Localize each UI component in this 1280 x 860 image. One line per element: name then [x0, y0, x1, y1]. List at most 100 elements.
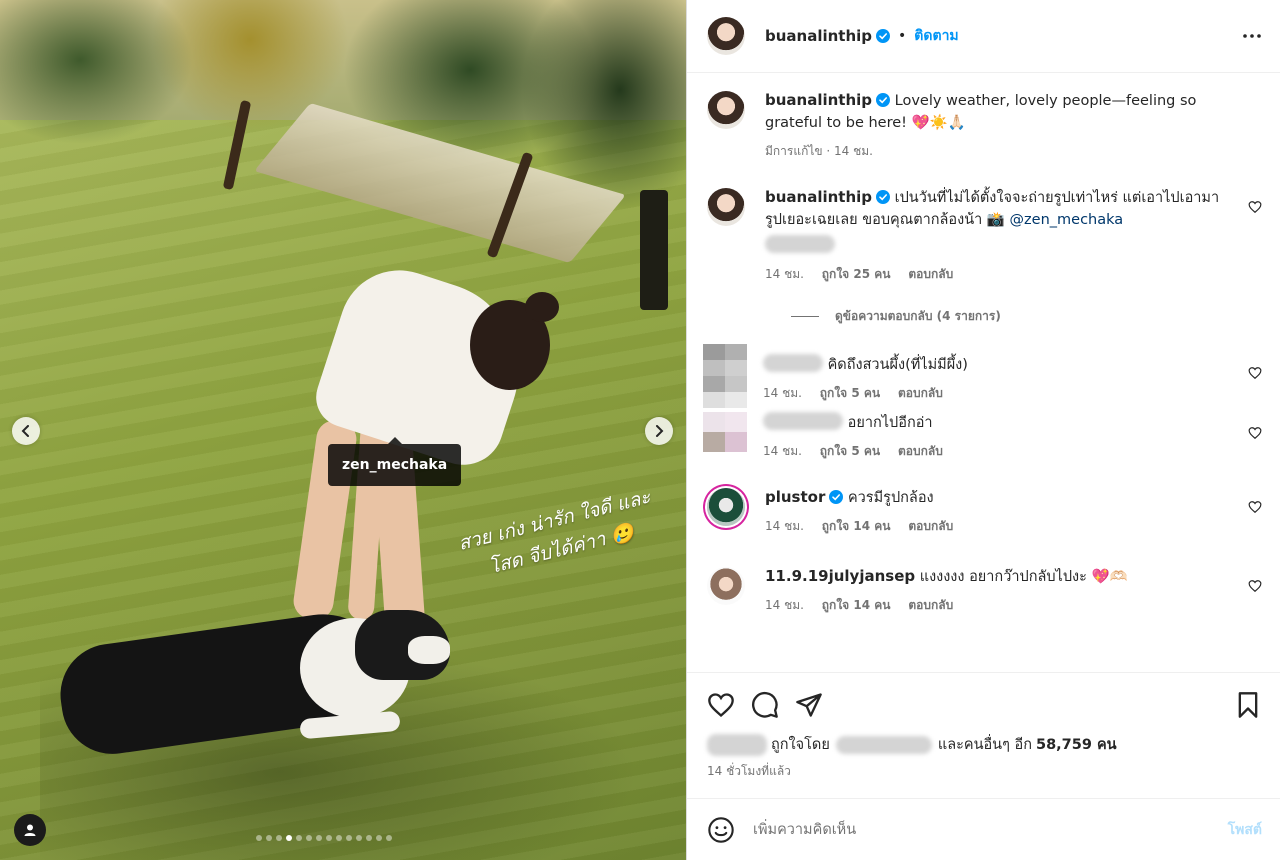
comment-likes[interactable]: ถูกใจ 14 คน: [822, 519, 891, 533]
chevron-right-icon: [656, 425, 664, 437]
carousel-dot: [306, 835, 312, 841]
comment-username[interactable]: buanalinthip: [765, 188, 872, 206]
comment-composer: เพิ่มความคิดเห็น โพสต์: [687, 798, 1280, 860]
liked-by-suffix: และคนอื่นๆ อีก: [937, 737, 1032, 753]
comment-likes[interactable]: ถูกใจ 5 คน: [820, 386, 880, 400]
liked-by-line: ถูกใจโดย และคนอื่นๆ อีก 58,759 คน: [707, 733, 1262, 756]
tagged-users-button[interactable]: [14, 814, 46, 846]
comment-likes[interactable]: ถูกใจ 14 คน: [822, 598, 891, 612]
view-replies-button[interactable]: ดูข้อความตอบกลับ (4 รายการ): [791, 307, 1262, 326]
person-icon: [24, 824, 36, 836]
photo-tree-trunk: [640, 190, 668, 310]
comment-username[interactable]: plustor: [765, 488, 825, 506]
carousel-dot: [386, 835, 392, 841]
reply-button[interactable]: ตอบกลับ: [908, 598, 953, 612]
carousel-prev-button[interactable]: [12, 417, 40, 445]
photo-dog-snout: [408, 636, 450, 664]
like-comment-icon[interactable]: [1248, 426, 1262, 440]
comment-item: คิดถึงสวนผึ้ง(ที่ไม่มีผึ้ง) 14 ชม. ถูกใจ…: [703, 344, 1262, 408]
comment-avatar-pixelated[interactable]: [703, 412, 747, 452]
post-time-ago: 14 ชั่วโมงที่แล้ว: [707, 764, 791, 778]
comment-meta: 14 ชม. ถูกใจ 25 คน ตอบกลับ: [765, 263, 1232, 285]
comment-avatar[interactable]: [707, 567, 745, 605]
comment-item: buanalinthip เปนวันที่ไม่ได้ตั้งใจจะถ่าย…: [707, 186, 1262, 285]
author-avatar[interactable]: [707, 91, 745, 129]
comment-item: 11.9.19julyjansep แงงงงง อยากว๊าปกลับไปง…: [707, 565, 1262, 616]
caption-meta: มีการแก้ไข · 14 ชม.: [765, 144, 873, 158]
post-comment-button[interactable]: โพสต์: [1228, 819, 1262, 841]
emoji-icon[interactable]: [707, 816, 735, 844]
carousel-next-button[interactable]: [645, 417, 673, 445]
verified-badge-icon: [876, 29, 891, 43]
comment-meta: 14 ชม. ถูกใจ 5 คน ตอบกลับ: [763, 382, 1232, 404]
verified-badge-icon: [876, 190, 891, 204]
carousel-dot: [266, 835, 272, 841]
like-heart-icon[interactable]: [707, 691, 735, 719]
comment-item: plustor ควรมีรูปกล้อง 14 ชม. ถูกใจ 14 คน…: [707, 486, 1262, 537]
carousel-dot: [346, 835, 352, 841]
redacted-username: [835, 735, 932, 754]
comment-avatar-pixelated[interactable]: [703, 344, 747, 408]
comment-input[interactable]: เพิ่มความคิดเห็น: [753, 818, 1228, 841]
redacted-avatars: [707, 733, 767, 756]
post-header: buanalinthip • ติดตาม: [687, 0, 1280, 73]
carousel-dot: [366, 835, 372, 841]
redacted-username: [763, 412, 843, 430]
caption: buanalinthip Lovely weather, lovely peop…: [707, 89, 1262, 162]
author-avatar[interactable]: [707, 17, 745, 55]
comment-time: 14 ชม.: [765, 519, 804, 533]
like-comment-icon[interactable]: [1248, 579, 1262, 593]
comment-likes[interactable]: ถูกใจ 25 คน: [822, 267, 891, 281]
mention-link[interactable]: @zen_mechaka: [1010, 212, 1124, 228]
comment-time: 14 ชม.: [763, 444, 802, 458]
carousel-dot: [316, 835, 322, 841]
comment-bubble-icon[interactable]: [751, 691, 779, 719]
carousel-dot: [296, 835, 302, 841]
comment-text: แงงงงง อยากว๊าปกลับไปงะ 💖🫶🏻: [919, 569, 1128, 585]
carousel-dot: [256, 835, 262, 841]
reply-button[interactable]: ตอบกลับ: [898, 386, 943, 400]
carousel-dot: [356, 835, 362, 841]
carousel-indicator: [256, 835, 392, 841]
comment-text: คิดถึงสวนผึ้ง(ที่ไม่มีผึ้ง): [827, 357, 968, 373]
post-media[interactable]: สวย เก่ง น่ารัก ใจดี และโสด จีบได้ค่าา 🥲…: [0, 0, 686, 860]
carousel-dot: [326, 835, 332, 841]
author-username[interactable]: buanalinthip: [765, 27, 872, 45]
reply-button[interactable]: ตอบกลับ: [908, 519, 953, 533]
reply-button[interactable]: ตอบกลับ: [898, 444, 943, 458]
user-tag-pill[interactable]: zen_mechaka: [328, 437, 462, 486]
share-send-icon[interactable]: [795, 691, 823, 719]
redacted-text: [765, 235, 835, 253]
follow-button[interactable]: ติดตาม: [914, 25, 958, 47]
post-modal: สวย เก่ง น่ารัก ใจดี และโสด จีบได้ค่าา 🥲…: [0, 0, 1280, 860]
carousel-dot: [376, 835, 382, 841]
like-comment-icon[interactable]: [1248, 500, 1262, 514]
user-tag-label: zen_mechaka: [342, 457, 448, 473]
carousel-dot: [276, 835, 282, 841]
verified-badge-icon: [876, 93, 891, 107]
comment-avatar[interactable]: [707, 188, 745, 226]
comment-meta: 14 ชม. ถูกใจ 14 คน ตอบกลับ: [765, 515, 1232, 537]
comment-avatar[interactable]: [707, 488, 745, 526]
more-horizontal-icon[interactable]: [1242, 26, 1262, 46]
chevron-left-icon: [21, 425, 29, 437]
caption-username[interactable]: buanalinthip: [765, 91, 872, 109]
comment-text: อยากไปอีกอ่า: [847, 415, 933, 431]
like-comment-icon[interactable]: [1248, 366, 1262, 380]
comment-meta: 14 ชม. ถูกใจ 5 คน ตอบกลับ: [763, 440, 1232, 462]
liked-by-prefix: ถูกใจโดย: [771, 737, 830, 753]
redacted-username: [763, 354, 823, 372]
bookmark-icon[interactable]: [1234, 691, 1262, 719]
reply-button[interactable]: ตอบกลับ: [908, 267, 953, 281]
comment-text: ควรมีรูปกล้อง: [847, 490, 934, 506]
verified-badge-icon: [829, 490, 844, 504]
comment-time: 14 ชม.: [763, 386, 802, 400]
like-count[interactable]: 58,759 คน: [1036, 733, 1117, 756]
comment-time: 14 ชม.: [765, 598, 804, 612]
comment-likes[interactable]: ถูกใจ 5 คน: [820, 444, 880, 458]
comments-list[interactable]: buanalinthip Lovely weather, lovely peop…: [687, 73, 1280, 672]
comment-time: 14 ชม.: [765, 267, 804, 281]
post-sidebar: buanalinthip • ติดตาม buanalinthip Lovel…: [686, 0, 1280, 860]
like-comment-icon[interactable]: [1248, 200, 1262, 214]
comment-username[interactable]: 11.9.19julyjansep: [765, 567, 915, 585]
